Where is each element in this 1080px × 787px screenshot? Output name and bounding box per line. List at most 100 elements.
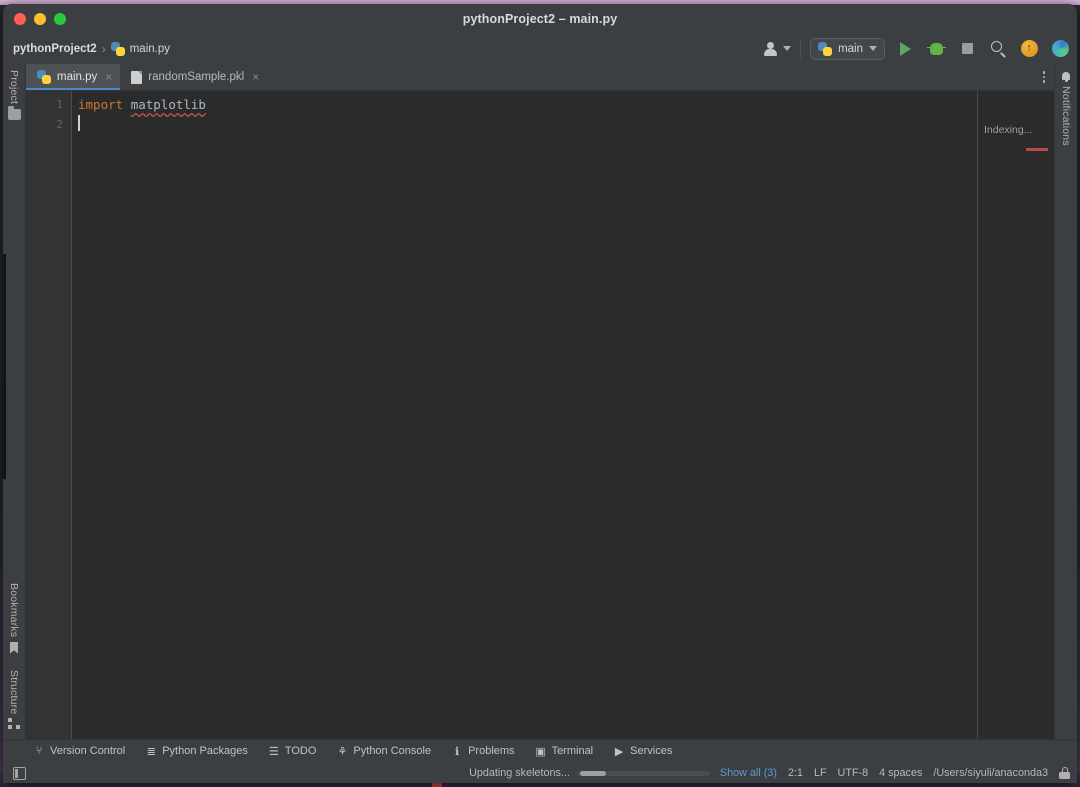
terminal-icon: ▣ <box>535 745 546 758</box>
tool-window-version-control[interactable]: ⑂ Version Control <box>33 745 126 757</box>
interpreter-path[interactable]: /Users/siyuli/anaconda3 <box>933 767 1048 779</box>
progress-bar <box>576 770 710 776</box>
binary-file-icon <box>131 70 143 84</box>
tool-window-problems[interactable]: ℹ Problems <box>451 745 515 758</box>
line-number-gutter: 1 2 <box>26 91 72 739</box>
run-configuration-label: main <box>838 42 863 55</box>
todo-list-icon: ☰ <box>268 745 279 758</box>
problems-icon: ℹ <box>455 745 460 758</box>
sidebar-item-notifications-label[interactable]: Notifications <box>1060 86 1072 146</box>
breadcrumb-file[interactable]: main.py <box>130 43 170 55</box>
run-button[interactable] <box>894 38 916 60</box>
tool-window-todo[interactable]: ☰ TODO <box>268 745 317 758</box>
user-account-button[interactable] <box>764 38 792 60</box>
close-tab-icon[interactable]: × <box>105 70 112 84</box>
error-stripe-marker[interactable] <box>1026 148 1048 151</box>
tool-window-bar: ⑂ Version Control ≣ Python Packages ☰ TO… <box>3 739 1077 762</box>
chevron-down-icon <box>783 46 792 51</box>
debug-button[interactable] <box>925 38 947 60</box>
search-everywhere-button[interactable] <box>987 38 1009 60</box>
editor-tab-label: randomSample.pkl <box>148 71 245 83</box>
sidebar-item-project-label[interactable]: Project <box>8 70 20 104</box>
folder-icon[interactable] <box>7 106 21 121</box>
structure-icon[interactable] <box>8 718 20 729</box>
editor-area[interactable]: 1 2 import matplotlib Indexing... <box>26 90 1054 739</box>
progress-label: Updating skeletons... <box>469 767 570 779</box>
error-stripe-gutter[interactable]: Indexing... <box>977 91 1054 739</box>
stop-icon <box>961 43 973 54</box>
python-config-icon <box>818 41 833 56</box>
lock-icon[interactable] <box>1059 767 1070 779</box>
branch-icon: ⑂ <box>35 745 43 757</box>
caret-position[interactable]: 2:1 <box>788 767 803 779</box>
status-bar: Updating skeletons... Show all (3) 2:1 L… <box>3 762 1077 783</box>
editor-tab-label: main.py <box>57 71 98 83</box>
breadcrumb-project[interactable]: pythonProject2 <box>13 43 97 55</box>
editor-options-button[interactable] <box>1034 64 1055 90</box>
layout-toggle-icon[interactable] <box>13 766 26 780</box>
progress-bar-fill <box>579 770 606 776</box>
tool-window-label: Python Console <box>353 745 432 757</box>
tool-window-label: Python Packages <box>162 745 248 757</box>
text-caret <box>78 115 80 131</box>
ai-assistant-icon <box>1051 40 1069 57</box>
tool-window-python-packages[interactable]: ≣ Python Packages <box>145 745 248 758</box>
editor-scrollbar[interactable] <box>1046 91 1054 739</box>
left-tool-strip: Project Bookmarks Structure <box>3 64 26 739</box>
tool-window-label: Version Control <box>50 745 126 757</box>
line-number: 2 <box>56 118 63 131</box>
show-all-link[interactable]: Show all (3) <box>720 767 777 779</box>
editor-tab-randomsample-pkl[interactable]: randomSample.pkl × <box>120 64 267 90</box>
editor-column: main.py × randomSample.pkl × 1 2 import … <box>26 64 1054 739</box>
window-title: pythonProject2 – main.py <box>462 11 618 26</box>
bookmark-icon[interactable] <box>10 641 18 654</box>
editor-tab-bar: main.py × randomSample.pkl × <box>26 64 1054 90</box>
bell-icon[interactable] <box>1061 71 1071 82</box>
tool-window-python-console[interactable]: ⚘ Python Console <box>336 745 432 758</box>
title-bar: pythonProject2 – main.py <box>3 4 1077 33</box>
code-line-1: import matplotlib <box>78 95 977 115</box>
sidebar-item-bookmarks-label[interactable]: Bookmarks <box>8 583 20 637</box>
breadcrumb-separator: › <box>101 41 106 56</box>
file-encoding[interactable]: UTF-8 <box>838 767 869 779</box>
packages-icon: ≣ <box>146 745 156 758</box>
tool-window-label: Problems <box>468 745 515 757</box>
python-file-icon <box>37 70 51 84</box>
run-configuration-selector[interactable]: main <box>810 37 885 60</box>
sidebar-item-structure-label[interactable]: Structure <box>8 670 20 714</box>
ai-assistant-button[interactable] <box>1049 38 1071 60</box>
line-separator[interactable]: LF <box>814 767 827 779</box>
indexing-status-label: Indexing... <box>984 124 1033 136</box>
more-options-icon <box>1042 71 1045 83</box>
ide-body: Project Bookmarks Structure main.py × ra… <box>3 64 1077 739</box>
tool-window-label: Services <box>630 745 673 757</box>
debug-icon <box>926 42 946 55</box>
toolbar-actions: main <box>764 37 1071 60</box>
keyword-token: import <box>78 97 124 112</box>
update-available-icon <box>1020 40 1038 57</box>
close-tab-icon[interactable]: × <box>252 70 259 84</box>
stop-button[interactable] <box>956 38 978 60</box>
chevron-down-icon <box>869 46 877 51</box>
tool-window-label: Terminal <box>551 745 594 757</box>
right-tool-strip: Notifications <box>1054 64 1077 739</box>
breadcrumb: pythonProject2 › main.py <box>13 41 170 56</box>
toolbar-divider <box>800 39 802 58</box>
tool-window-terminal[interactable]: ▣ Terminal <box>535 745 594 758</box>
indent-setting[interactable]: 4 spaces <box>879 767 922 779</box>
user-account-icon <box>764 41 779 56</box>
background-task-progress: Updating skeletons... <box>469 767 710 779</box>
status-bar-right: Show all (3) 2:1 LF UTF-8 4 spaces /User… <box>720 767 1070 779</box>
updates-button[interactable] <box>1018 38 1040 60</box>
editor-tab-main-py[interactable]: main.py × <box>26 64 121 90</box>
run-icon <box>899 41 911 56</box>
code-editor[interactable]: import matplotlib <box>72 91 977 739</box>
tool-window-services[interactable]: ▶ Services <box>613 745 673 758</box>
python-file-icon <box>110 41 125 56</box>
tool-window-label: TODO <box>284 745 317 757</box>
services-icon: ▶ <box>614 745 624 758</box>
main-toolbar: pythonProject2 › main.py main <box>3 33 1077 64</box>
module-token-with-error: matplotlib <box>130 97 206 112</box>
project-panel-edge <box>3 254 6 479</box>
